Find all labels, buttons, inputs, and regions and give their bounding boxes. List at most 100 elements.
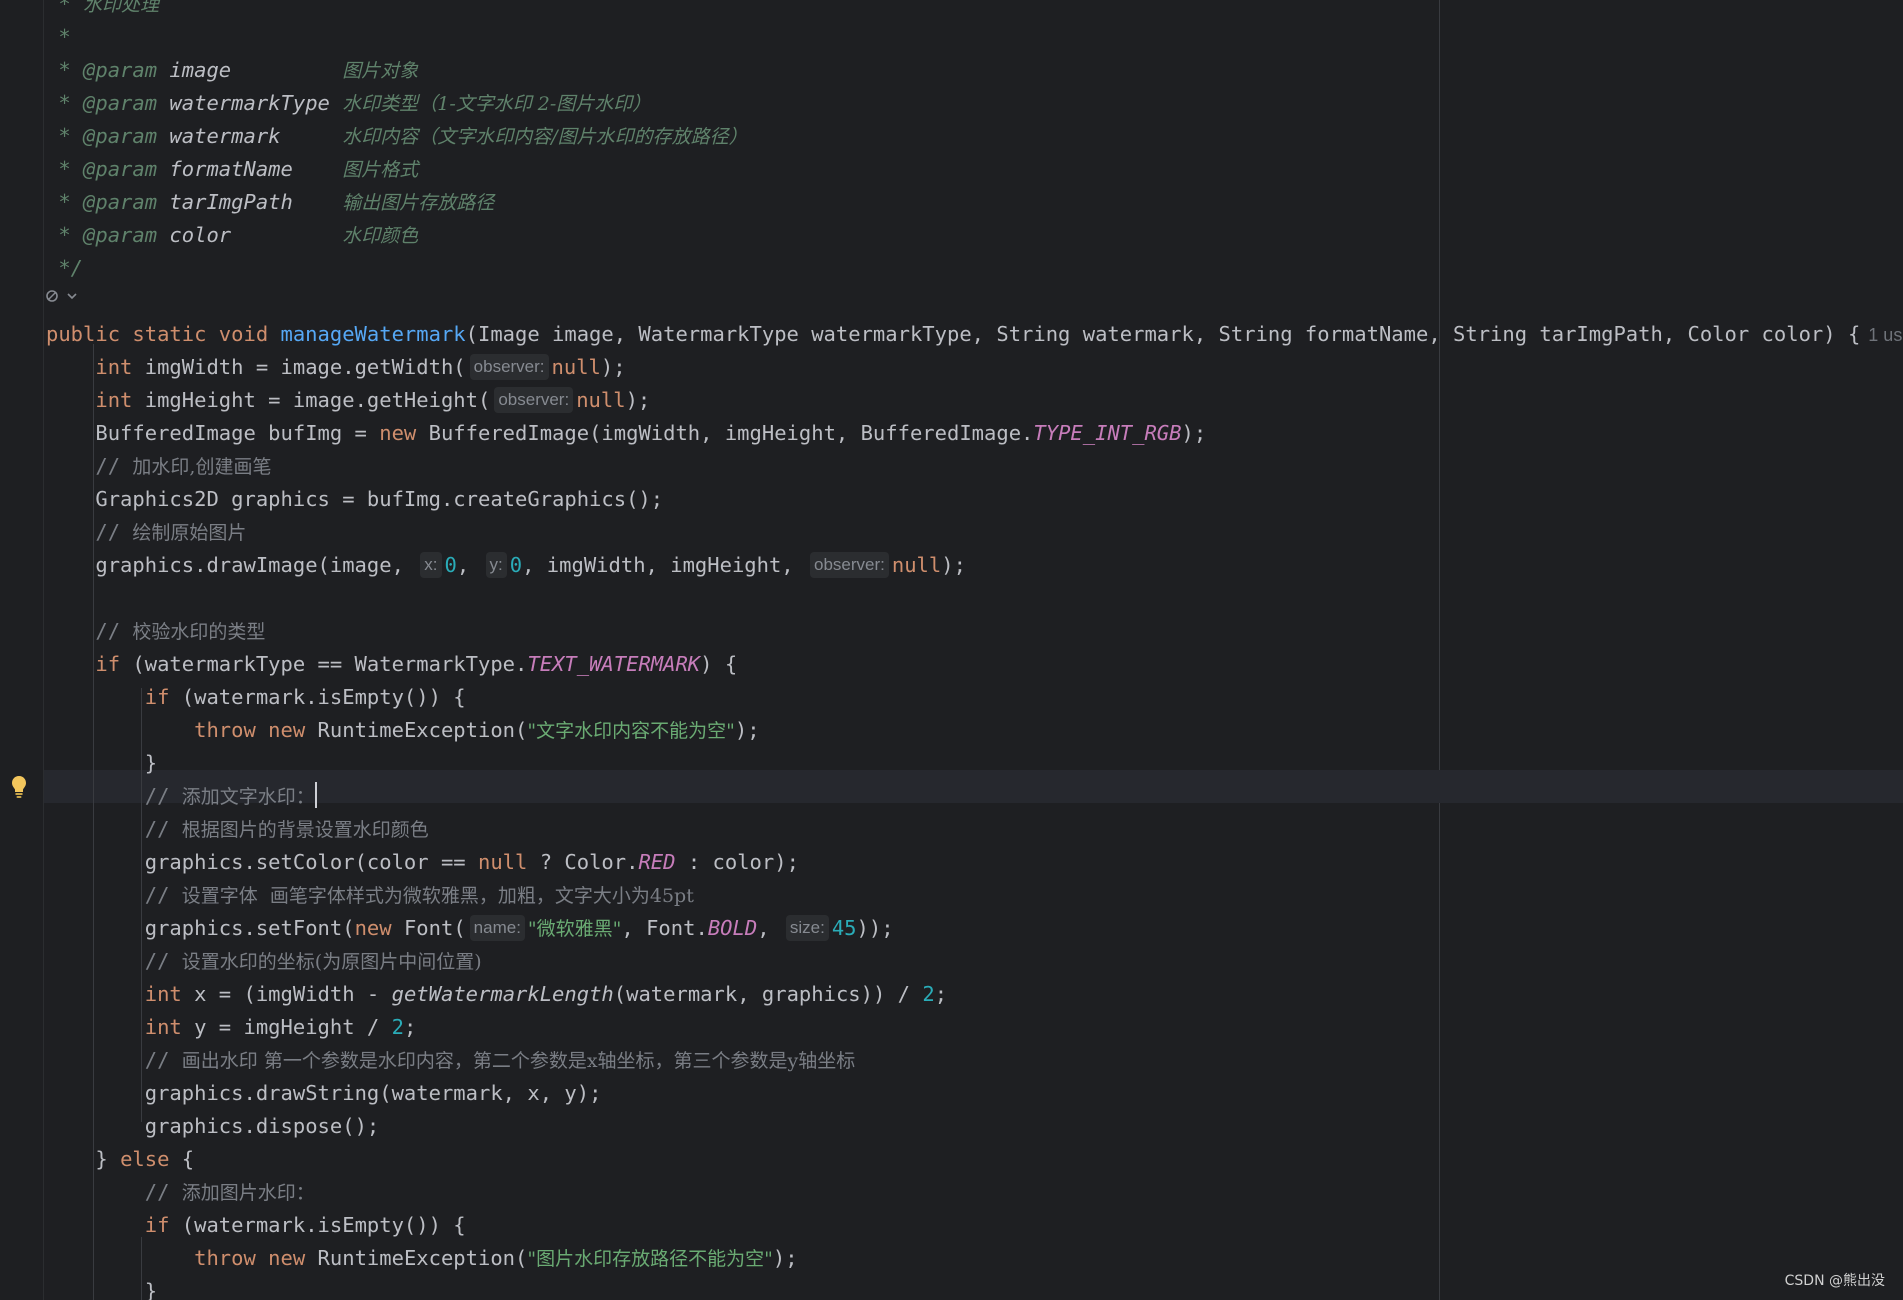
code-text: graphics.drawImage(image, bbox=[95, 553, 417, 577]
code-line: * @param color 水印颜色 bbox=[46, 219, 1903, 252]
comment-marker: // bbox=[144, 949, 182, 973]
editor-gutter[interactable] bbox=[0, 0, 44, 1300]
code-line: * @param image 图片对象 bbox=[46, 54, 1903, 87]
code-text: (watermark.isEmpty()) { bbox=[169, 685, 466, 709]
doc-param-name: formatName bbox=[157, 157, 343, 181]
code-line: } else { bbox=[46, 1143, 1903, 1176]
code-text: (watermarkType == WatermarkType. bbox=[120, 652, 528, 676]
code-line: // 画出水印 第一个参数是水印内容，第二个参数是x轴坐标，第三个参数是y轴坐标 bbox=[46, 1044, 1903, 1077]
csdn-watermark: CSDN @熊出没 bbox=[1784, 1273, 1885, 1289]
code-line: int x = (imgWidth - getWatermarkLength(w… bbox=[46, 978, 1903, 1011]
code-lines[interactable]: * 水印处理 * * @param image 图片对象 * @param wa… bbox=[46, 0, 1903, 1300]
doc-param-name: watermark bbox=[157, 124, 343, 148]
parameter-hint: size: bbox=[785, 915, 829, 941]
doc-param-desc: 图片格式 bbox=[342, 159, 419, 181]
code-text: ; bbox=[403, 1015, 417, 1039]
code-text: graphics.drawString(watermark, x, y); bbox=[144, 1081, 602, 1105]
doc-star: * bbox=[46, 157, 84, 181]
comment-text: 根据图片的背景设置水印颜色 bbox=[181, 819, 429, 841]
code-editor[interactable]: * 水印处理 * * @param image 图片对象 * @param wa… bbox=[0, 0, 1903, 1300]
code-line: } bbox=[46, 1275, 1903, 1300]
code-line: throw new RuntimeException("图片水印存放路径不能为空… bbox=[46, 1242, 1903, 1275]
code-line: * @param formatName 图片格式 bbox=[46, 153, 1903, 186]
doc-comment: * bbox=[46, 0, 84, 16]
comment-text: 设置水印的坐标(为原图片中间位置) bbox=[181, 951, 482, 973]
keyword-null: null bbox=[576, 388, 626, 412]
code-text: ); bbox=[941, 553, 966, 577]
code-line: if (watermark.isEmpty()) { bbox=[46, 1209, 1903, 1242]
keyword-int: int bbox=[144, 1015, 182, 1039]
usage-hint[interactable]: 1 usage bbox=[1868, 325, 1903, 345]
code-line: // 设置字体 画笔字体样式为微软雅黑，加粗，文字大小为45pt bbox=[46, 879, 1903, 912]
doc-param-desc: 图片对象 bbox=[342, 60, 419, 82]
keyword-else: else bbox=[120, 1147, 170, 1171]
number-literal: 0 bbox=[509, 553, 523, 577]
code-text: { bbox=[169, 1147, 195, 1171]
code-line: * @param tarImgPath 输出图片存放路径 bbox=[46, 186, 1903, 219]
constant: RED bbox=[638, 850, 676, 874]
keyword-new: new bbox=[268, 1246, 306, 1270]
code-text: (watermark, graphics)) / bbox=[613, 982, 923, 1006]
code-line: int y = imgHeight / 2; bbox=[46, 1011, 1903, 1044]
code-text: imgWidth = image.getWidth( bbox=[132, 355, 466, 379]
code-line: */ bbox=[46, 252, 1903, 285]
doc-param-desc: 输出图片存放路径 bbox=[342, 192, 495, 214]
doc-param-desc: 水印颜色 bbox=[342, 225, 419, 247]
doc-param-tag: @param bbox=[83, 157, 158, 181]
code-text: , bbox=[456, 553, 482, 577]
keyword-new: new bbox=[268, 718, 306, 742]
doc-param-desc: 水印内容（文字水印内容/图片水印的存放路径） bbox=[342, 126, 748, 148]
current-code-line[interactable]: // 添加文字水印： bbox=[46, 780, 1903, 813]
code-text: ); bbox=[772, 1246, 798, 1270]
code-text: } bbox=[144, 1279, 158, 1300]
doc-star: * bbox=[46, 91, 84, 115]
keyword-int: int bbox=[95, 355, 133, 379]
code-line: // 校验水印的类型 bbox=[46, 615, 1903, 648]
code-line: // 设置水印的坐标(为原图片中间位置) bbox=[46, 945, 1903, 978]
code-text: , Font. bbox=[621, 916, 708, 940]
doc-param-name: image bbox=[157, 58, 343, 82]
keyword-null: null bbox=[478, 850, 528, 874]
method-name[interactable]: manageWatermark bbox=[281, 322, 466, 346]
doc-star: * bbox=[46, 223, 84, 247]
comment-text: 添加图片水印： bbox=[181, 1182, 315, 1204]
comment-marker: // bbox=[144, 883, 182, 907]
static-method-call: getWatermarkLength bbox=[391, 982, 614, 1006]
comment-marker: // bbox=[95, 520, 133, 544]
text-caret bbox=[314, 782, 317, 808]
code-line: if (watermarkType == WatermarkType.TEXT_… bbox=[46, 648, 1903, 681]
comment-text: 绘制原始图片 bbox=[132, 522, 247, 544]
code-line: graphics.setFont(new Font(name: "微软雅黑", F… bbox=[46, 912, 1903, 945]
number-literal: 45 bbox=[831, 916, 857, 940]
parameter-hint: x: bbox=[420, 552, 442, 578]
code-line: graphics.setColor(color == null ? Color.… bbox=[46, 846, 1903, 879]
code-text: } bbox=[95, 1147, 121, 1171]
code-text: } bbox=[144, 751, 158, 775]
code-text: ); bbox=[734, 718, 760, 742]
code-text: Graphics2D graphics = bufImg.createGraph… bbox=[95, 487, 664, 511]
code-line: * @param watermarkType 水印类型（1-文字水印 2-图片水… bbox=[46, 87, 1903, 120]
doc-comment: * bbox=[46, 25, 71, 49]
code-text: x = (imgWidth - bbox=[181, 982, 392, 1006]
code-text: (watermark.isEmpty()) { bbox=[169, 1213, 466, 1237]
comment-marker: // bbox=[144, 1180, 182, 1204]
code-line: graphics.dispose(); bbox=[46, 1110, 1903, 1143]
parameter-hint: observer: bbox=[469, 354, 549, 380]
method-params: (Image image, WatermarkType watermarkTyp… bbox=[465, 322, 1861, 346]
keyword-new: new bbox=[354, 916, 392, 940]
doc-param-name: watermarkType bbox=[157, 91, 343, 115]
doc-param-name: tarImgPath bbox=[157, 190, 343, 214]
parameter-hint: name: bbox=[469, 915, 525, 941]
code-text: ) { bbox=[700, 652, 738, 676]
doc-param-tag: @param bbox=[83, 223, 158, 247]
constant: BOLD bbox=[707, 916, 758, 940]
code-line: if (watermark.isEmpty()) { bbox=[46, 681, 1903, 714]
code-text: BufferedImage bufImg = bbox=[95, 421, 380, 445]
constant: TYPE_INT_RGB bbox=[1033, 421, 1182, 445]
doc-star: * bbox=[46, 58, 84, 82]
modifiers: public static void bbox=[46, 322, 281, 346]
keyword-new: new bbox=[379, 421, 417, 445]
code-line: throw new RuntimeException("文字水印内容不能为空")… bbox=[46, 714, 1903, 747]
keyword-int: int bbox=[144, 982, 182, 1006]
lightbulb-icon[interactable] bbox=[11, 775, 27, 799]
